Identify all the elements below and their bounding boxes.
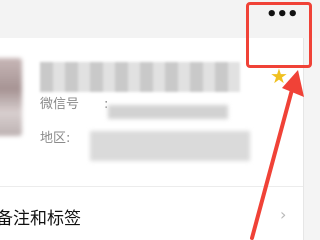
remark-and-tags-row[interactable]: 备注和标签 › (0, 187, 303, 240)
highlight-box (246, 2, 312, 68)
region-value-blurred (90, 131, 250, 161)
region-label: 地区: (40, 131, 71, 146)
avatar[interactable] (0, 58, 22, 136)
wechat-id-label: 微信号 (40, 97, 80, 112)
star-icon[interactable]: ★ (270, 66, 290, 86)
chevron-right-icon: › (280, 205, 287, 224)
scrollbar-gutter (303, 38, 320, 240)
wechat-id-value-blurred (108, 105, 228, 119)
nickname-blurred (40, 62, 240, 92)
remark-and-tags-label: 备注和标签 (0, 209, 81, 229)
